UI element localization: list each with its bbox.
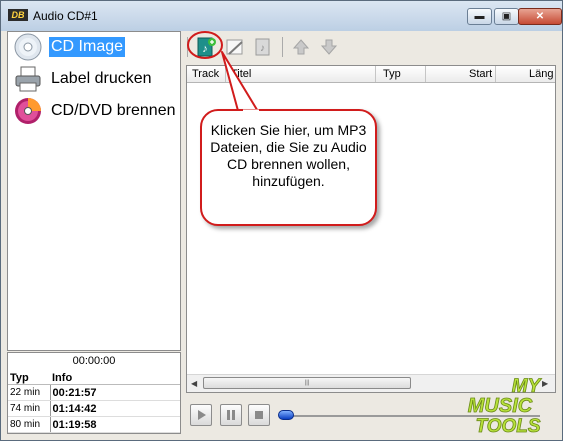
watermark-logo: MY MUSIC TOOLS xyxy=(467,376,543,436)
watermark-line-2: MUSIC xyxy=(468,395,533,417)
watermark-line-1: MY xyxy=(512,376,543,397)
watermark-line-3: TOOLS xyxy=(475,416,540,436)
callout-bubble: Klicken Sie hier, um MP3 Dateien, die Si… xyxy=(200,109,377,226)
